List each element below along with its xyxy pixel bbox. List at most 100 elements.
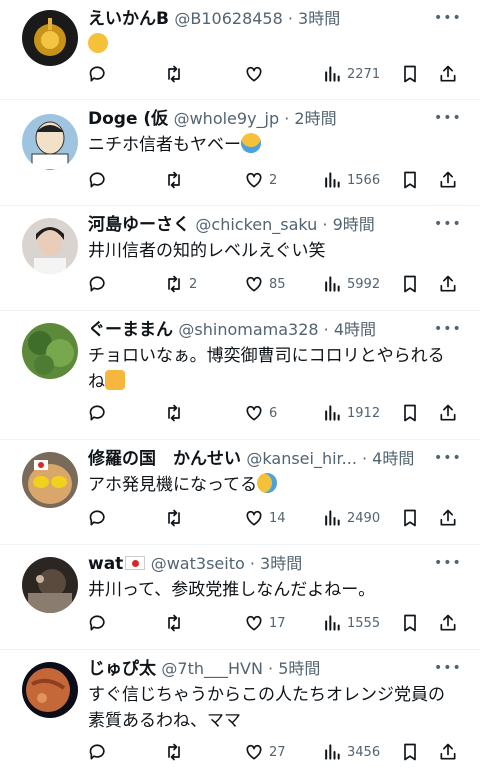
- views-icon: [325, 172, 340, 188]
- share-button[interactable]: [438, 506, 458, 530]
- views-button[interactable]: 2271: [322, 62, 380, 86]
- tweet-text: [88, 32, 456, 58]
- views-button[interactable]: 1912: [322, 401, 380, 425]
- tweet-text: すぐ信じちゃうからこの人たちオレンジ党員の素質あるわね、ママ: [88, 685, 445, 731]
- bookmark-button[interactable]: [400, 401, 420, 425]
- handle-time[interactable]: @shinomama328 · 4時間: [178, 320, 376, 339]
- avatar[interactable]: [22, 10, 78, 66]
- retweet-icon: [168, 65, 180, 83]
- display-name[interactable]: えいかんB: [88, 9, 169, 29]
- like-button[interactable]: 2: [244, 168, 277, 192]
- retweet-button[interactable]: [164, 506, 189, 530]
- share-icon: [440, 614, 456, 631]
- handle-time[interactable]: @kansei_hir... · 4時間: [246, 449, 414, 468]
- thumbs-up-emoji: [105, 370, 125, 390]
- avatar[interactable]: [22, 218, 78, 274]
- retweet-button[interactable]: [164, 62, 189, 86]
- avatar[interactable]: [22, 557, 78, 613]
- share-button[interactable]: [438, 272, 458, 296]
- like-button[interactable]: 27: [244, 740, 286, 764]
- bookmark-icon: [404, 743, 416, 761]
- like-button[interactable]: [244, 62, 269, 86]
- bookmark-button[interactable]: [400, 611, 420, 635]
- tweet-actions: 27 3456: [88, 740, 458, 764]
- handle-time[interactable]: @wat3seito · 3時間: [151, 554, 302, 573]
- like-button[interactable]: 85: [244, 272, 286, 296]
- tweet-item[interactable]: wat @wat3seito · 3時間 ••• 井川って、参政党推しなんだよね…: [0, 545, 480, 650]
- tweet-item[interactable]: ぐーままん @shinomama328 · 4時間 ••• チョロいなぁ。博奕御…: [0, 311, 480, 440]
- tweet-actions: 6 1912: [88, 401, 458, 425]
- display-name[interactable]: wat: [88, 554, 123, 574]
- handle-time[interactable]: @7th___HVN · 5時間: [161, 659, 320, 678]
- more-icon[interactable]: •••: [434, 553, 461, 573]
- avatar[interactable]: [22, 452, 78, 508]
- reply-button[interactable]: [88, 272, 113, 296]
- more-icon[interactable]: •••: [434, 448, 461, 468]
- retweet-button[interactable]: 2: [164, 272, 197, 296]
- retweet-icon: [168, 509, 180, 527]
- tweet-item[interactable]: じゅぴ太 @7th___HVN · 5時間 ••• すぐ信じちゃうからこの人たち…: [0, 650, 480, 773]
- reply-button[interactable]: [88, 401, 113, 425]
- bookmark-button[interactable]: [400, 168, 420, 192]
- retweet-icon: [168, 404, 180, 422]
- display-name[interactable]: じゅぴ太: [88, 659, 156, 679]
- avatar-image: [22, 323, 78, 379]
- display-name[interactable]: Doge (仮: [88, 109, 168, 129]
- reply-button[interactable]: [88, 611, 113, 635]
- share-button[interactable]: [438, 168, 458, 192]
- avatar[interactable]: [22, 662, 78, 718]
- avatar[interactable]: [22, 114, 78, 170]
- like-button[interactable]: 14: [244, 506, 286, 530]
- like-button[interactable]: 6: [244, 401, 277, 425]
- reply-button[interactable]: [88, 168, 113, 192]
- bookmark-button[interactable]: [400, 62, 420, 86]
- more-icon[interactable]: •••: [434, 8, 461, 28]
- reply-icon: [89, 615, 105, 631]
- tweet-text: 井川信者の知的レベルえぐい笑: [88, 241, 326, 261]
- tweet-item[interactable]: 修羅の国 かんせい @kansei_hir... · 4時間 ••• アホ発見機…: [0, 440, 480, 545]
- reply-button[interactable]: [88, 740, 113, 764]
- more-icon[interactable]: •••: [434, 658, 461, 678]
- retweet-button[interactable]: [164, 401, 189, 425]
- handle-time[interactable]: @chicken_saku · 9時間: [195, 215, 374, 234]
- retweet-button[interactable]: [164, 611, 189, 635]
- share-button[interactable]: [438, 62, 458, 86]
- reply-button[interactable]: [88, 62, 113, 86]
- share-icon: [440, 275, 456, 292]
- tweet-header: ぐーままん @shinomama328 · 4時間: [88, 317, 440, 343]
- display-name[interactable]: ぐーままん: [88, 320, 173, 340]
- avatar-image: [22, 10, 78, 66]
- tweet-header: wat @wat3seito · 3時間: [88, 551, 440, 577]
- more-icon[interactable]: •••: [434, 319, 461, 339]
- share-button[interactable]: [438, 611, 458, 635]
- views-button[interactable]: 2490: [322, 506, 380, 530]
- bookmark-button[interactable]: [400, 740, 420, 764]
- retweet-button[interactable]: [164, 740, 189, 764]
- bookmark-icon: [404, 509, 416, 527]
- display-name[interactable]: 修羅の国 かんせい: [88, 449, 241, 469]
- tweet-item[interactable]: 河島ゆーさく @chicken_saku · 9時間 ••• 井川信者の知的レベ…: [0, 206, 480, 311]
- bookmark-button[interactable]: [400, 506, 420, 530]
- views-button[interactable]: 5992: [322, 272, 380, 296]
- like-button[interactable]: 17: [244, 611, 286, 635]
- handle-time[interactable]: @whole9y_jp · 2時間: [174, 109, 337, 128]
- more-icon[interactable]: •••: [434, 214, 461, 234]
- views-button[interactable]: 1555: [322, 611, 380, 635]
- bookmark-icon: [404, 275, 416, 293]
- tweet-item[interactable]: えいかんB @B10628458 · 3時間 ••• 2271: [0, 0, 480, 100]
- display-name[interactable]: 河島ゆーさく: [88, 215, 190, 235]
- avatar[interactable]: [22, 323, 78, 379]
- share-button[interactable]: [438, 401, 458, 425]
- tweet-actions: 2271: [88, 62, 458, 86]
- bookmark-button[interactable]: [400, 272, 420, 296]
- views-button[interactable]: 1566: [322, 168, 380, 192]
- views-button[interactable]: 3456: [322, 740, 380, 764]
- reply-button[interactable]: [88, 506, 113, 530]
- tweet-item[interactable]: Doge (仮 @whole9y_jp · 2時間 ••• ニチホ信者もヤベー …: [0, 100, 480, 206]
- retweet-icon: [168, 275, 180, 293]
- share-button[interactable]: [438, 740, 458, 764]
- more-icon[interactable]: •••: [434, 108, 461, 128]
- retweet-button[interactable]: [164, 168, 189, 192]
- handle-time[interactable]: @B10628458 · 3時間: [174, 9, 340, 28]
- avatar-image: [22, 452, 78, 508]
